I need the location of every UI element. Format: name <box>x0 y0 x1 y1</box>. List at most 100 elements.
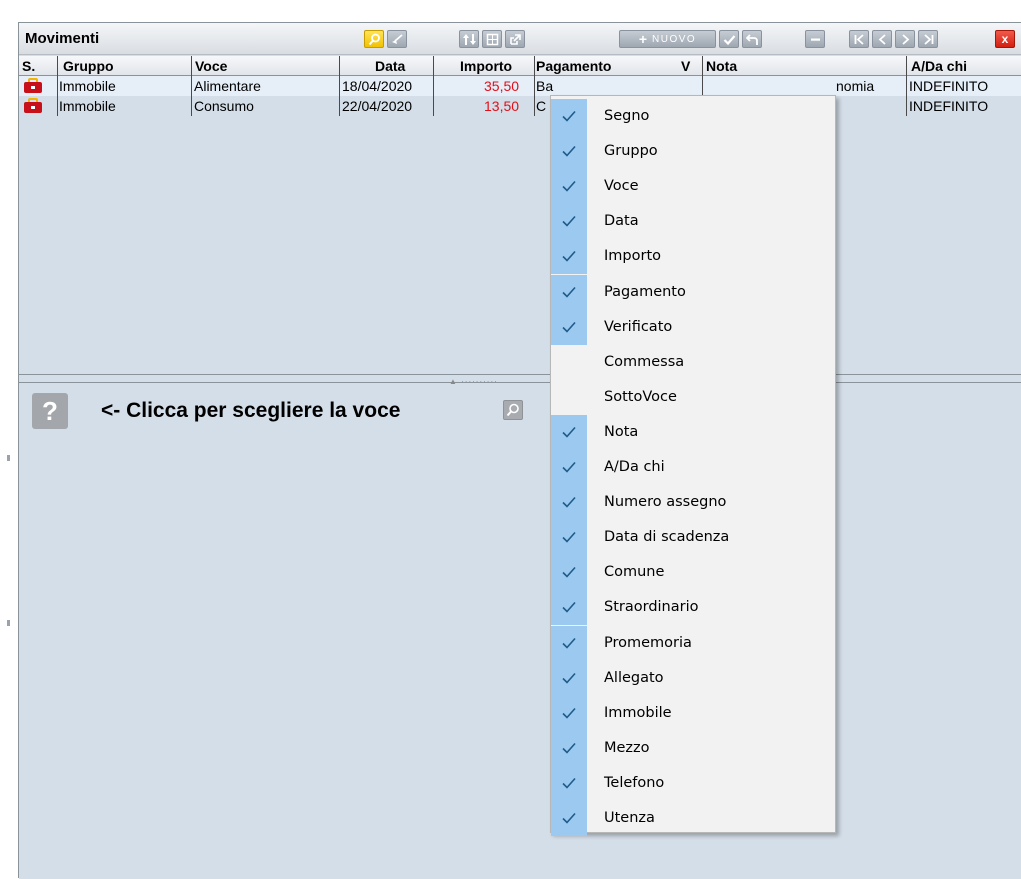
menu-item-segno[interactable]: Segno <box>551 99 835 134</box>
menu-item-telefono[interactable]: Telefono <box>551 765 835 801</box>
menu-item-utenza[interactable]: Utenza <box>551 801 835 836</box>
checkmark-icon <box>551 765 587 801</box>
checkmark-icon <box>551 169 587 205</box>
cell-voce: Consumo <box>194 98 254 114</box>
choose-voce-hint[interactable]: <- Clicca per scegliere la voce <box>101 399 400 423</box>
column-separator <box>433 56 434 116</box>
movements-list: Immobile Alimentare 18/04/2020 35,50 Ba … <box>19 56 1021 374</box>
voce-search-button[interactable] <box>503 400 523 420</box>
cell-importo: 35,50 <box>484 78 520 94</box>
menu-item-label: Immobile <box>604 704 672 721</box>
menu-item-numero-assegno[interactable]: Numero assegno <box>551 485 835 521</box>
help-button[interactable]: ? <box>32 393 68 429</box>
column-separator <box>339 56 340 116</box>
cell-a-da-chi: INDEFINITO <box>909 98 989 114</box>
column-header-data[interactable]: Data <box>375 58 405 74</box>
last-record-button[interactable] <box>918 30 938 48</box>
checkmark-icon <box>551 485 587 521</box>
grid-icon <box>486 33 498 45</box>
menu-item-label: Segno <box>604 108 650 124</box>
column-header-pagamento[interactable]: Pagamento <box>536 58 611 74</box>
table-row[interactable]: Immobile Consumo 22/04/2020 13,50 C INDE… <box>19 96 1021 116</box>
menu-item-pagamento[interactable]: Pagamento <box>551 274 835 310</box>
column-header-a-da-chi[interactable]: A/Da chi <box>911 58 967 74</box>
menu-item-label: Nota <box>604 423 639 440</box>
movimenti-panel: Movimenti + NUOVO x S. Gruppo Voce Data … <box>18 22 1021 879</box>
menu-item-gruppo[interactable]: Gruppo <box>551 134 835 170</box>
column-header-voce[interactable]: Voce <box>195 58 227 74</box>
column-header-nota[interactable]: Nota <box>706 58 737 74</box>
red-briefcase-icon <box>24 78 42 93</box>
edge-marker <box>7 620 10 626</box>
menu-item-data[interactable]: Data <box>551 204 835 240</box>
menu-item-allegato[interactable]: Allegato <box>551 660 835 696</box>
menu-item-voce[interactable]: Voce <box>551 169 835 205</box>
next-record-button[interactable] <box>895 30 915 48</box>
close-button[interactable]: x <box>995 30 1015 48</box>
cell-pagamento: C <box>536 98 547 114</box>
checkmark-icon <box>551 239 587 275</box>
checkmark-icon <box>551 450 587 485</box>
checkmark-icon <box>551 274 587 310</box>
red-briefcase-icon <box>24 98 42 113</box>
delete-button[interactable] <box>805 30 825 48</box>
menu-item-label: Promemoria <box>604 634 692 651</box>
menu-item-label: Data di scadenza <box>604 529 730 546</box>
menu-item-label: SottoVoce <box>604 388 677 405</box>
column-header-importo[interactable]: Importo <box>460 58 512 74</box>
search-icon <box>506 403 519 417</box>
first-icon <box>854 33 864 45</box>
column-separator <box>57 56 58 116</box>
menu-item-immobile[interactable]: Immobile <box>551 695 835 731</box>
undo-button[interactable] <box>742 30 762 48</box>
panel-splitter[interactable]: ▲ ·········· <box>19 374 1021 386</box>
search-button[interactable] <box>364 30 384 48</box>
cell-voce: Alimentare <box>194 78 261 94</box>
question-mark-icon: ? <box>42 395 58 426</box>
title-bar: Movimenti + NUOVO x <box>19 23 1021 55</box>
menu-item-a-da-chi[interactable]: A/Da chi <box>551 450 835 485</box>
search-icon <box>368 33 380 45</box>
menu-item-label: Verificato <box>604 318 673 335</box>
sort-button[interactable] <box>459 30 479 48</box>
cell-data: 18/04/2020 <box>342 78 413 94</box>
plus-icon: + <box>638 31 647 47</box>
previous-record-button[interactable] <box>872 30 892 48</box>
menu-item-data-di-scadenza[interactable]: Data di scadenza <box>551 520 835 556</box>
menu-item-promemoria[interactable]: Promemoria <box>551 625 835 661</box>
menu-item-label: Commessa <box>604 353 685 370</box>
cell-data: 22/04/2020 <box>342 98 413 114</box>
chevron-left-icon <box>878 33 886 45</box>
menu-item-importo[interactable]: Importo <box>551 239 835 275</box>
checkmark-icon <box>551 204 587 240</box>
menu-item-straordinario[interactable]: Straordinario <box>551 590 835 626</box>
nuovo-button[interactable]: + NUOVO <box>619 30 716 48</box>
column-header-verificato[interactable]: V <box>681 58 690 74</box>
checkmark-icon <box>551 414 587 450</box>
menu-item-comune[interactable]: Comune <box>551 555 835 591</box>
checkmark-icon <box>551 309 587 345</box>
checkmark-icon <box>551 555 587 591</box>
menu-item-label: Telefono <box>604 774 665 791</box>
cell-nota: nomia <box>836 78 875 94</box>
cell-pagamento: Ba <box>536 78 554 94</box>
column-separator <box>534 56 535 116</box>
confirm-button[interactable] <box>719 30 739 48</box>
last-icon <box>923 33 933 45</box>
column-visibility-menu: Segno Gruppo Voce Data Importo Pagamento Verif… <box>550 95 836 836</box>
table-row[interactable]: Immobile Alimentare 18/04/2020 35,50 Ba … <box>19 76 1021 96</box>
cell-importo: 13,50 <box>484 98 520 114</box>
menu-item-commessa[interactable]: Commessa <box>551 345 835 380</box>
menu-item-sottovoce[interactable]: SottoVoce <box>551 380 835 415</box>
export-button[interactable] <box>505 30 525 48</box>
menu-item-verificato[interactable]: Verificato <box>551 309 835 345</box>
menu-item-label: Importo <box>604 248 661 265</box>
first-record-button[interactable] <box>849 30 869 48</box>
column-header-segno[interactable]: S. <box>22 58 35 74</box>
menu-item-mezzo[interactable]: Mezzo <box>551 730 835 766</box>
column-header-gruppo[interactable]: Gruppo <box>63 58 114 74</box>
grid-button[interactable] <box>482 30 502 48</box>
menu-item-nota[interactable]: Nota <box>551 414 835 450</box>
checkmark-icon <box>551 590 587 626</box>
filter-button[interactable] <box>387 30 407 48</box>
